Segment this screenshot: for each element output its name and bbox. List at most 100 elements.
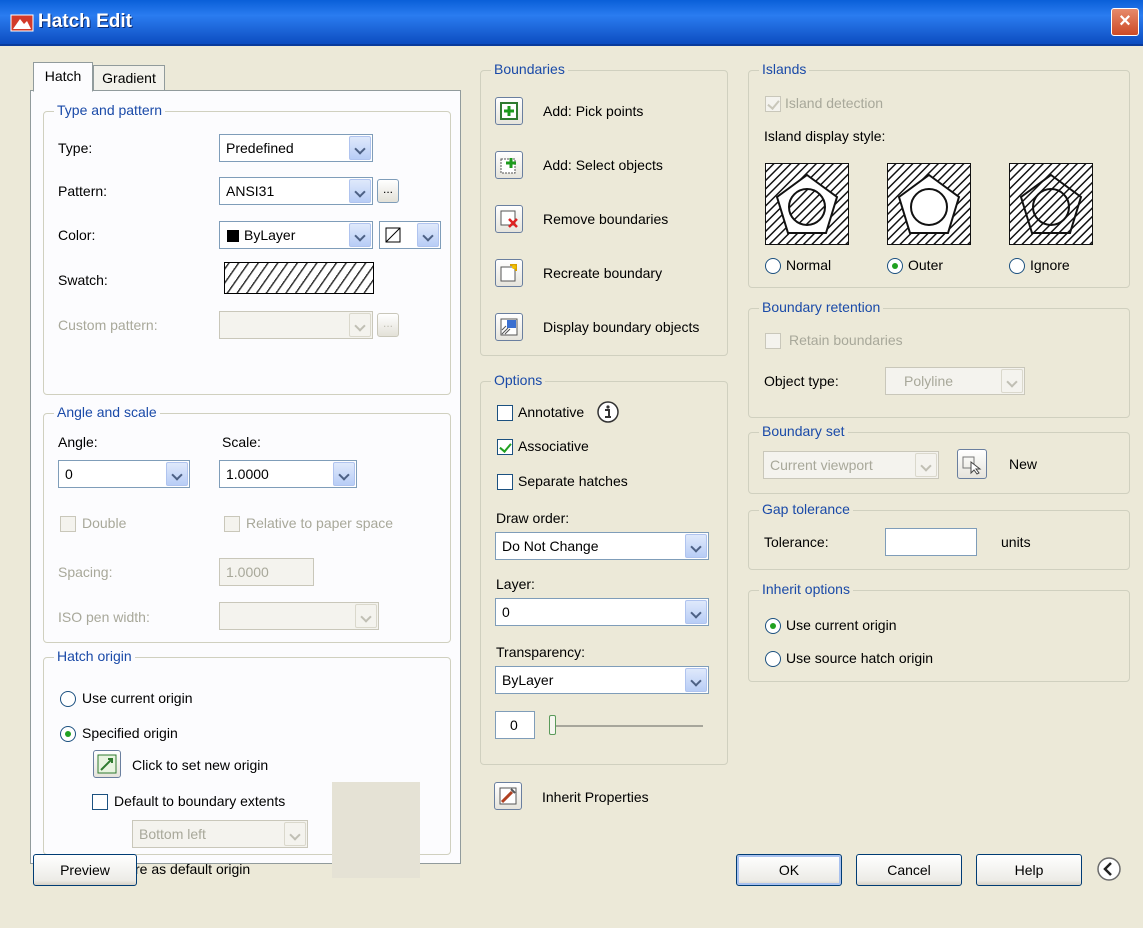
layer-select[interactable]: 0 xyxy=(495,598,709,626)
transparency-value: ByLayer xyxy=(502,672,554,688)
transparency-slider-thumb[interactable] xyxy=(549,715,556,735)
display-boundary-objects-icon xyxy=(500,318,518,336)
origin-preview xyxy=(332,782,420,878)
close-button[interactable]: × xyxy=(1111,8,1139,36)
info-icon[interactable] xyxy=(596,400,620,424)
associative-label: Associative xyxy=(518,438,589,454)
swatch-label: Swatch: xyxy=(58,272,108,288)
window-title: Hatch Edit xyxy=(38,11,132,32)
scale-label: Scale: xyxy=(222,434,261,450)
background-color-select[interactable] xyxy=(379,221,441,249)
dialog-client: Hatch Gradient Type and pattern Type: Pr… xyxy=(0,46,1143,928)
associative-checkbox[interactable] xyxy=(497,439,513,455)
remove-boundaries-label: Remove boundaries xyxy=(543,211,669,227)
object-type-value: Polyline xyxy=(904,373,954,389)
island-ignore-radio[interactable] xyxy=(1009,258,1025,274)
tolerance-units-label: units xyxy=(1001,534,1031,550)
gap-tolerance-legend: Gap tolerance xyxy=(759,501,853,517)
inherit-use-current-origin-label: Use current origin xyxy=(786,617,897,633)
chevron-down-icon xyxy=(417,223,439,247)
scale-select[interactable]: 1.0000 xyxy=(219,460,357,488)
ok-button[interactable]: OK xyxy=(736,854,842,886)
draw-order-select[interactable]: Do Not Change xyxy=(495,532,709,560)
scale-value: 1.0000 xyxy=(226,466,269,482)
iso-pen-width-label: ISO pen width: xyxy=(58,609,150,625)
object-type-select[interactable]: Polyline xyxy=(885,367,1025,395)
cancel-button[interactable]: Cancel xyxy=(856,854,962,886)
inherit-properties-label: Inherit Properties xyxy=(542,789,649,805)
default-boundary-extents-checkbox[interactable] xyxy=(92,794,108,810)
tolerance-label: Tolerance: xyxy=(764,534,829,550)
type-select[interactable]: Predefined xyxy=(219,134,373,162)
add-pick-points-button[interactable] xyxy=(495,97,523,125)
object-type-label: Object type: xyxy=(764,373,839,389)
separate-hatches-label: Separate hatches xyxy=(518,473,628,489)
angle-select[interactable]: 0 xyxy=(58,460,190,488)
island-outer-radio[interactable] xyxy=(887,258,903,274)
island-outer-preview[interactable] xyxy=(887,163,971,245)
annotative-checkbox[interactable] xyxy=(497,405,513,421)
recreate-boundary-icon xyxy=(500,264,517,282)
hatch-swatch-preview[interactable] xyxy=(224,262,374,294)
chevron-down-icon xyxy=(685,600,707,624)
angle-scale-legend: Angle and scale xyxy=(54,404,160,420)
specified-origin-radio[interactable] xyxy=(60,726,76,742)
remove-boundaries-button[interactable] xyxy=(495,205,523,233)
pattern-browse-button[interactable]: ... xyxy=(377,179,399,203)
island-normal-preview[interactable] xyxy=(765,163,849,245)
pattern-select[interactable]: ANSI31 xyxy=(219,177,373,205)
island-ignore-preview[interactable] xyxy=(1009,163,1093,245)
transparency-value-input[interactable]: 0 xyxy=(495,711,535,739)
retain-boundaries-checkbox[interactable] xyxy=(765,333,781,349)
help-button[interactable]: Help xyxy=(976,854,1082,886)
origin-position-select[interactable]: Bottom left xyxy=(132,820,308,848)
remove-boundaries-icon xyxy=(500,210,518,228)
layer-label: Layer: xyxy=(496,576,535,592)
island-normal-radio[interactable] xyxy=(765,258,781,274)
chevron-down-icon xyxy=(1001,369,1023,393)
boundary-set-select[interactable]: Current viewport xyxy=(763,451,939,479)
recreate-boundary-label: Recreate boundary xyxy=(543,265,663,281)
inherit-use-source-origin-radio[interactable] xyxy=(765,651,781,667)
relative-paper-space-checkbox[interactable] xyxy=(224,516,240,532)
inherit-use-source-origin-label: Use source hatch origin xyxy=(786,650,934,666)
chevron-down-icon xyxy=(349,179,371,203)
type-pattern-legend: Type and pattern xyxy=(54,102,166,118)
boundary-set-legend: Boundary set xyxy=(759,423,848,439)
double-checkbox[interactable] xyxy=(60,516,76,532)
custom-pattern-browse-button[interactable]: ... xyxy=(377,313,399,337)
recreate-boundary-button[interactable] xyxy=(495,259,523,287)
color-swatch-icon xyxy=(227,230,239,242)
color-select[interactable]: ByLayer xyxy=(219,221,373,249)
add-select-objects-button[interactable] xyxy=(495,151,523,179)
tolerance-input[interactable] xyxy=(885,528,977,556)
transparency-slider-track[interactable] xyxy=(551,725,703,727)
relative-paper-space-label: Relative to paper space xyxy=(246,515,394,531)
boundaries-group: Boundaries Add: Pick points Add: Select … xyxy=(480,61,728,356)
inherit-properties-button[interactable] xyxy=(494,782,522,810)
transparency-select[interactable]: ByLayer xyxy=(495,666,709,694)
separate-hatches-checkbox[interactable] xyxy=(497,474,513,490)
preview-button[interactable]: Preview xyxy=(33,854,137,886)
spacing-input[interactable]: 1.0000 xyxy=(219,558,314,586)
island-detection-checkbox[interactable] xyxy=(765,96,781,112)
custom-pattern-select[interactable] xyxy=(219,311,373,339)
inherit-use-current-origin-radio[interactable] xyxy=(765,618,781,634)
collapse-chevron-left-icon[interactable] xyxy=(1096,856,1122,882)
inherit-properties-icon xyxy=(499,787,517,805)
retain-boundaries-label: Retain boundaries xyxy=(789,332,903,348)
display-boundary-objects-button[interactable] xyxy=(495,313,523,341)
chevron-down-icon xyxy=(333,462,355,486)
boundaries-legend: Boundaries xyxy=(491,61,568,77)
use-current-origin-radio[interactable] xyxy=(60,691,76,707)
chevron-down-icon xyxy=(349,136,371,160)
new-boundary-set-label: New xyxy=(1009,456,1038,472)
tab-hatch[interactable]: Hatch xyxy=(33,62,93,92)
set-origin-button[interactable] xyxy=(93,750,121,778)
tab-gradient[interactable]: Gradient xyxy=(93,65,165,91)
hatch-tab-panel: Type and pattern Type: Predefined Patter… xyxy=(30,90,461,878)
new-boundary-set-button[interactable] xyxy=(957,449,987,479)
iso-pen-width-select[interactable] xyxy=(219,602,379,630)
type-label: Type: xyxy=(58,140,93,156)
origin-position-value: Bottom left xyxy=(139,826,206,842)
